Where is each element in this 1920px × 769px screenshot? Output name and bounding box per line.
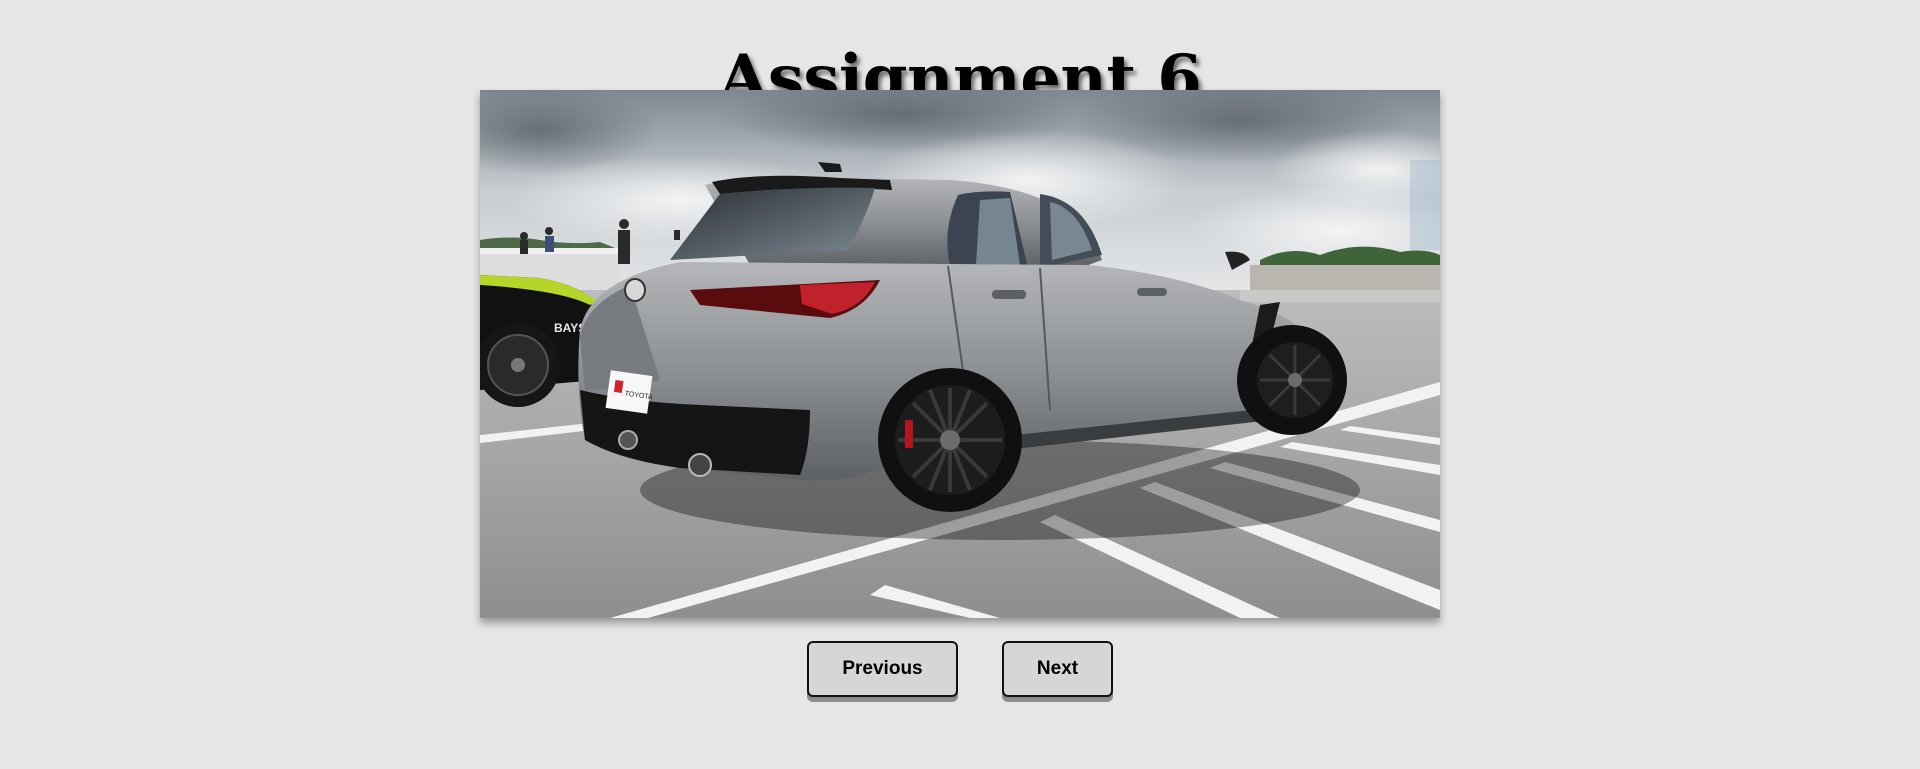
page: Assignment 6 BAYS TOYOTA Previous Next	[0, 0, 1920, 769]
slideshow-image: BAYS TOYOTA	[480, 90, 1440, 618]
previous-button[interactable]: Previous	[807, 641, 958, 697]
next-button[interactable]: Next	[1002, 641, 1113, 697]
